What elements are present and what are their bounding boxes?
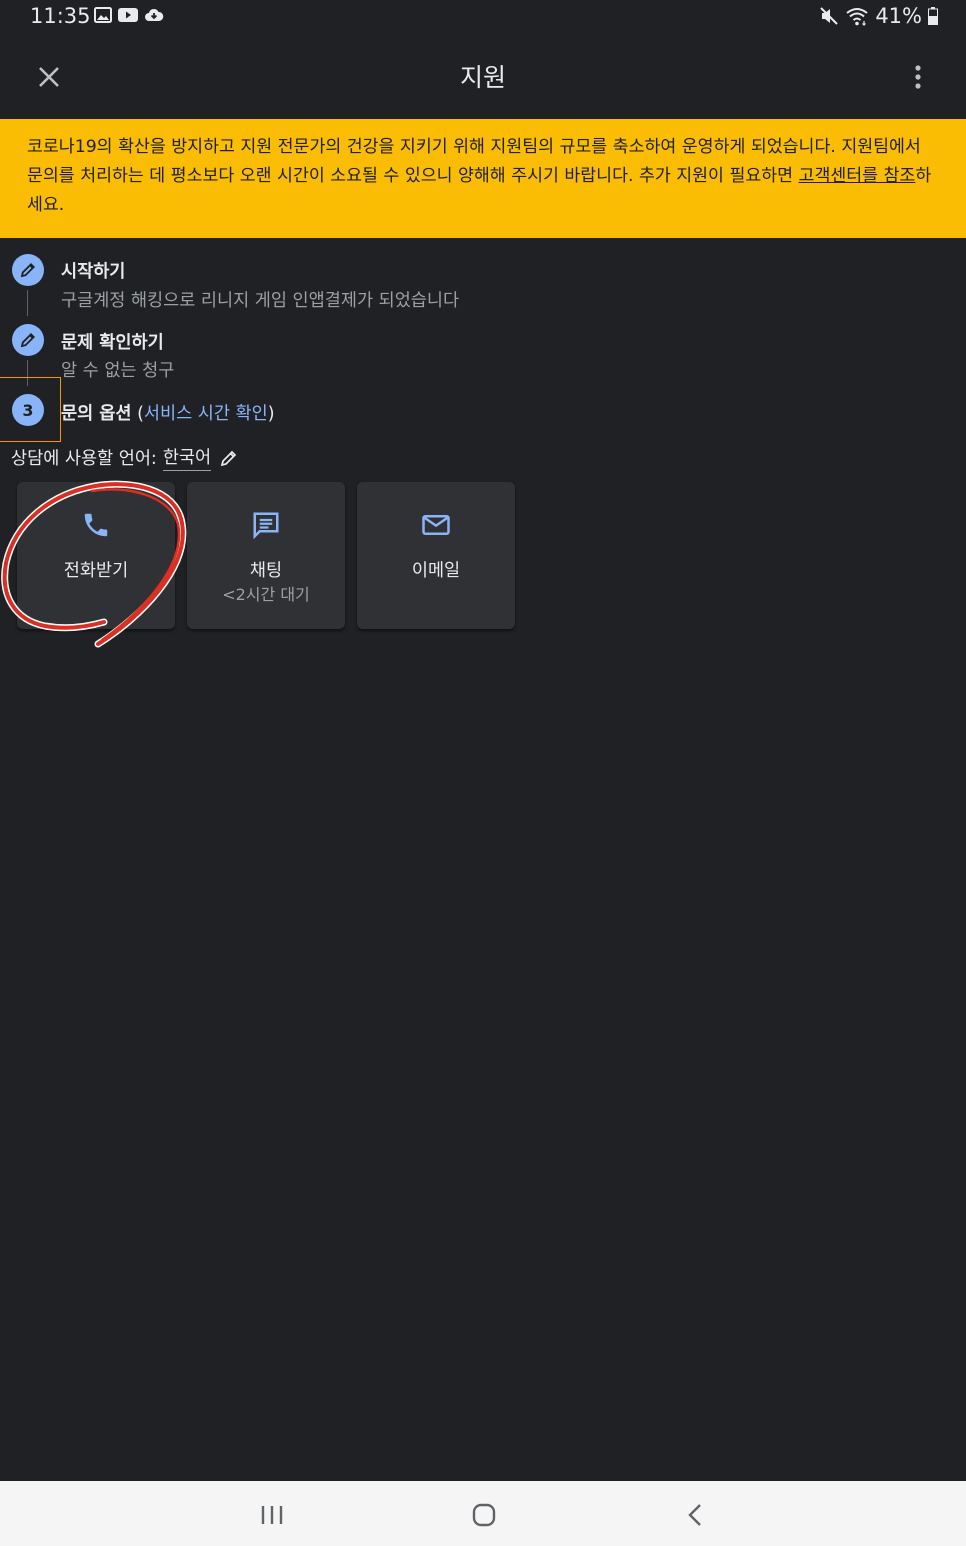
mute-icon [820,7,839,25]
language-row: 상담에 사용할 언어: 한국어 [11,444,238,471]
step-contact-title: 문의 옵션 (서비스 시간 확인) [61,404,275,424]
step-start-title: 시작하기 [61,262,126,282]
status-bar: 11:35 41% [0,0,966,34]
more-vert-icon[interactable] [906,62,930,92]
status-time: 11:35 [30,4,91,28]
recent-apps-icon[interactable] [258,1501,286,1529]
service-hours-link[interactable]: 서비스 시간 확인 [144,404,268,424]
banner-text: 코로나19의 확산을 방지하고 지원 전문가의 건강을 지키기 위해 지원팀의 … [27,137,921,186]
phone-icon [84,513,108,537]
battery-icon [928,7,938,25]
step-issue-summary: 알 수 없는 청구 [61,361,175,381]
edit-icon[interactable] [12,324,44,356]
chat-option-label: 채팅 [249,561,283,581]
wifi-icon [846,8,868,26]
chat-wait-time: <2시간 대기 [222,585,310,604]
edit-icon[interactable] [12,254,44,286]
help-center-link[interactable]: 고객센터를 참조 [799,166,916,186]
email-icon [422,515,450,535]
chat-icon [253,512,279,540]
page-title: 지원 [459,63,506,92]
gallery-icon [94,7,112,23]
chat-option-card[interactable]: 채팅 <2시간 대기 [187,482,345,629]
language-label: 상담에 사용할 언어: [11,449,157,469]
youtube-icon [118,8,138,22]
phone-option-label: 전화받기 [63,561,129,581]
step-issue-title: 문제 확인하기 [61,333,164,353]
app-bar: 지원 [0,34,966,118]
language-value[interactable]: 한국어 [162,444,212,471]
battery-percent: 41% [875,4,922,28]
email-option-card[interactable]: 이메일 [357,482,515,629]
cloud-icon [145,8,164,21]
focus-outline [0,377,61,442]
edit-language-icon[interactable] [220,449,238,467]
email-option-label: 이메일 [411,561,461,581]
back-icon[interactable] [682,1501,710,1529]
step-connector [27,290,28,316]
system-nav-bar [0,1481,966,1546]
step-start-summary: 구글계정 해킹으로 리니지 게임 인앱결제가 되었습니다 [61,291,460,311]
phone-option-card[interactable]: 전화받기 [17,482,175,629]
covid-notice-banner: 코로나19의 확산을 방지하고 지원 전문가의 건강을 지키기 위해 지원팀의 … [0,119,966,238]
home-icon[interactable] [470,1501,498,1529]
